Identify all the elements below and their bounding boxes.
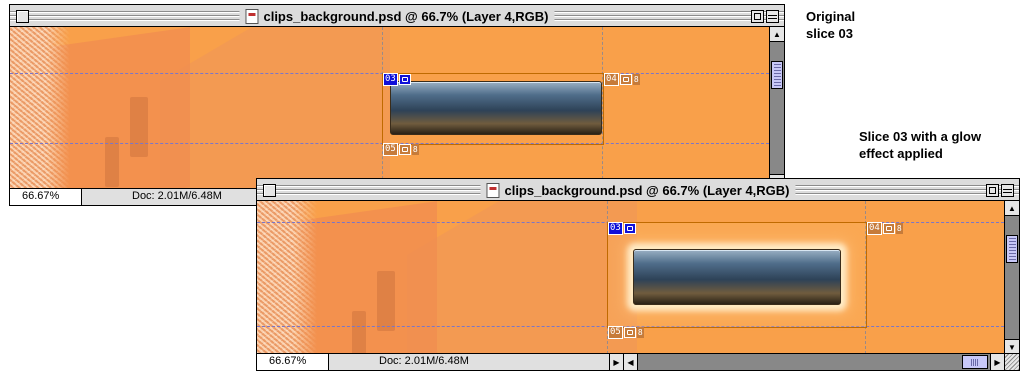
document-icon [486, 182, 500, 198]
slice-03-tag[interactable]: 03 [608, 222, 636, 235]
close-box-icon[interactable] [16, 10, 29, 23]
grow-box-icon[interactable] [1004, 354, 1019, 370]
slice-number: 04 [604, 73, 619, 86]
zoom-box-icon[interactable] [751, 10, 764, 23]
scroll-up-arrow-icon[interactable]: ▲ [1005, 201, 1019, 216]
zoom-level-field[interactable]: 66.67% [10, 189, 82, 205]
caption-glow-line1: Slice 03 with a glow [859, 129, 982, 144]
slice-image-icon [623, 223, 636, 234]
slice-image-icon [623, 327, 636, 338]
collapse-box-icon[interactable] [766, 10, 779, 23]
title-bar[interactable]: clips_background.psd @ 66.7% (Layer 4,RG… [10, 5, 784, 27]
background-shape [160, 27, 390, 189]
vertical-scroll-thumb[interactable] [1006, 235, 1018, 263]
slice-03-tag[interactable]: 03 [383, 73, 411, 86]
window-title: clips_background.psd @ 66.7% (Layer 4,RG… [239, 6, 555, 26]
collapse-box-icon[interactable] [1001, 184, 1014, 197]
slice-number: 05 [608, 326, 623, 339]
slice-number: 05 [383, 143, 398, 156]
background-texture [10, 27, 70, 189]
document-window-glow: clips_background.psd @ 66.7% (Layer 4,RG… [256, 178, 1020, 371]
background-groove [377, 271, 395, 331]
caption-original-line2: slice 03 [806, 26, 853, 41]
caption-original-line1: Original [806, 9, 856, 24]
background-shape [407, 201, 637, 354]
document-size-field[interactable]: Doc: 2.01M/6.48M [82, 189, 222, 205]
document-icon [245, 8, 259, 24]
window-title: clips_background.psd @ 66.7% (Layer 4,RG… [480, 180, 796, 200]
background-groove [130, 97, 148, 157]
slice-04-tag[interactable]: 04 8 [867, 222, 903, 235]
background-shape [297, 201, 437, 354]
background-groove [352, 311, 366, 354]
status-bar: 66.67% Doc: 2.01M/6.48M ▶ ◀ ▶ [257, 353, 1019, 370]
image-canvas[interactable]: 03 04 8 05 8 [10, 27, 769, 189]
slice-05-tag[interactable]: 05 8 [383, 143, 419, 156]
slice-number: 03 [383, 73, 398, 86]
zoom-level-field[interactable]: 66.67% [257, 354, 329, 370]
scroll-right-arrow-icon[interactable]: ▶ [990, 354, 1004, 370]
document-window-original: clips_background.psd @ 66.7% (Layer 4,RG… [9, 4, 785, 206]
vertical-scrollbar[interactable]: ▲ ▼ [1004, 201, 1019, 354]
horizontal-scrollbar[interactable] [637, 354, 990, 370]
caption-glow: Slice 03 with a glow effect applied [859, 128, 1019, 162]
window-title-text: clips_background.psd @ 66.7% (Layer 4,RG… [504, 182, 790, 198]
slice-number: 03 [608, 222, 623, 235]
slice-link-number: 8 [632, 74, 640, 85]
slice-number: 04 [867, 222, 882, 235]
scroll-up-arrow-icon[interactable]: ▲ [770, 27, 784, 42]
background-texture [257, 201, 317, 354]
vertical-scroll-thumb[interactable] [771, 61, 783, 89]
slice-image-icon [619, 74, 632, 85]
slice-05-tag[interactable]: 05 8 [608, 326, 644, 339]
window-title-text: clips_background.psd @ 66.7% (Layer 4,RG… [263, 8, 549, 24]
background-groove [105, 137, 119, 187]
slice-image-icon [882, 223, 895, 234]
title-bar[interactable]: clips_background.psd @ 66.7% (Layer 4,RG… [257, 179, 1019, 201]
caption-original: Original slice 03 [806, 8, 916, 42]
background-shape [50, 27, 190, 189]
slice-link-number: 8 [411, 144, 419, 155]
scroll-down-arrow-icon[interactable]: ▼ [1005, 339, 1019, 354]
close-box-icon[interactable] [263, 184, 276, 197]
slice-04-tag[interactable]: 04 8 [604, 73, 640, 86]
caption-glow-line2: effect applied [859, 146, 943, 161]
slice-link-number: 8 [636, 327, 644, 338]
zoom-box-icon[interactable] [986, 184, 999, 197]
slice-image-icon [398, 144, 411, 155]
button-graphic [390, 81, 602, 135]
document-size-field[interactable]: Doc: 2.01M/6.48M [329, 354, 609, 370]
slice-link-number: 8 [895, 223, 903, 234]
slice-image-icon [398, 74, 411, 85]
button-graphic-glow [633, 249, 841, 305]
vertical-scrollbar[interactable]: ▲ ▼ [769, 27, 784, 189]
image-canvas[interactable]: 03 04 8 05 8 [257, 201, 1004, 354]
horizontal-scroll-thumb[interactable] [962, 355, 988, 369]
scroll-left-arrow-icon[interactable]: ◀ [623, 354, 637, 370]
scroll-right-arrow-icon[interactable]: ▶ [609, 354, 623, 370]
